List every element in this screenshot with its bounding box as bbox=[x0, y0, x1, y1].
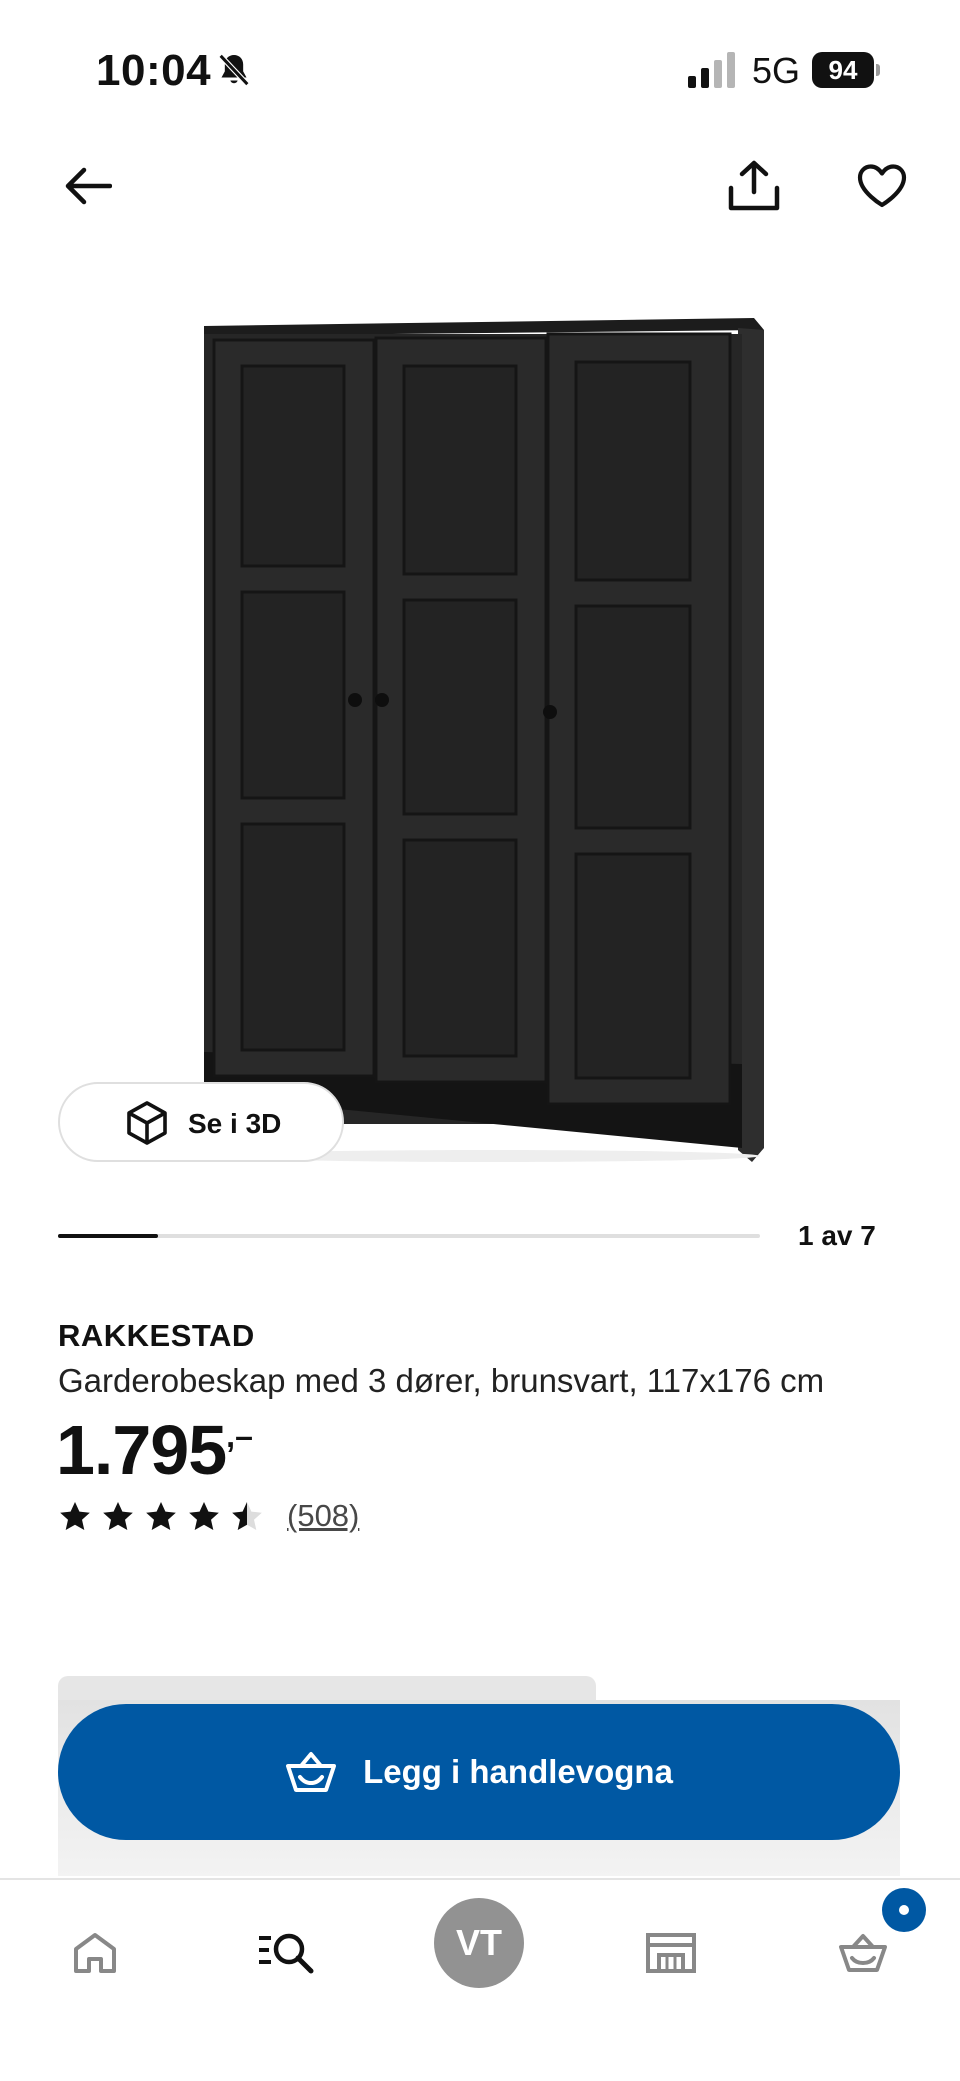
share-icon bbox=[728, 160, 780, 211]
cube-icon bbox=[127, 1101, 167, 1145]
heart-icon bbox=[857, 164, 907, 208]
star-icon bbox=[232, 1502, 262, 1530]
view-3d-label: Se i 3D bbox=[188, 1108, 282, 1139]
gallery-progress-fill bbox=[58, 1234, 159, 1238]
status-bar: 10:04 5G 94 bbox=[0, 0, 960, 140]
star-icon bbox=[103, 1502, 133, 1530]
tab-bar: VT bbox=[0, 1878, 960, 2081]
product-rating[interactable]: (508) bbox=[58, 1498, 359, 1534]
add-to-cart-button[interactable]: Legg i handlevogna bbox=[58, 1704, 900, 1840]
price-amount: 1.795 bbox=[56, 1411, 227, 1489]
search-icon bbox=[259, 1933, 314, 1974]
store-icon bbox=[646, 1933, 696, 1973]
product-image[interactable] bbox=[190, 300, 770, 1170]
add-to-cart-label: Legg i handlevogna bbox=[363, 1753, 673, 1790]
back-button[interactable] bbox=[56, 154, 120, 218]
basket-icon bbox=[286, 1752, 337, 1792]
battery-icon: 94 bbox=[812, 52, 880, 88]
bell-muted-icon bbox=[218, 54, 250, 86]
review-count-link[interactable]: (508) bbox=[287, 1498, 359, 1534]
cart-badge bbox=[882, 1888, 926, 1932]
cart-badge-dot bbox=[899, 1905, 909, 1915]
gallery-progress bbox=[58, 1234, 760, 1238]
tab-home[interactable] bbox=[50, 1908, 140, 1998]
network-type: 5G bbox=[752, 50, 801, 91]
home-icon bbox=[74, 1933, 116, 1973]
gallery-counter: 1 av 7 bbox=[798, 1220, 876, 1251]
product-description: Garderobeskap med 3 dører, brunsvart, 11… bbox=[58, 1362, 825, 1399]
star-icon bbox=[146, 1502, 176, 1530]
star-icon bbox=[60, 1502, 90, 1530]
price-suffix: ,– bbox=[226, 1418, 253, 1454]
product-name: RAKKESTAD bbox=[58, 1318, 255, 1353]
favorite-button[interactable] bbox=[846, 150, 918, 222]
star-icon bbox=[189, 1502, 219, 1530]
product-price: 1.795 ,– bbox=[56, 1408, 253, 1492]
share-button[interactable] bbox=[718, 150, 790, 222]
cart-icon bbox=[839, 1934, 887, 1972]
status-time: 10:04 bbox=[96, 46, 212, 95]
tab-search[interactable] bbox=[242, 1908, 332, 1998]
tab-store[interactable] bbox=[626, 1908, 716, 1998]
rating-stars bbox=[58, 1499, 273, 1533]
arrow-left-icon bbox=[65, 167, 112, 205]
avatar[interactable]: VT bbox=[434, 1898, 524, 1988]
battery-level: 94 bbox=[812, 52, 874, 88]
signal-icon bbox=[688, 52, 735, 88]
view-3d-button[interactable]: Se i 3D bbox=[58, 1082, 344, 1162]
battery-tip bbox=[876, 64, 880, 76]
